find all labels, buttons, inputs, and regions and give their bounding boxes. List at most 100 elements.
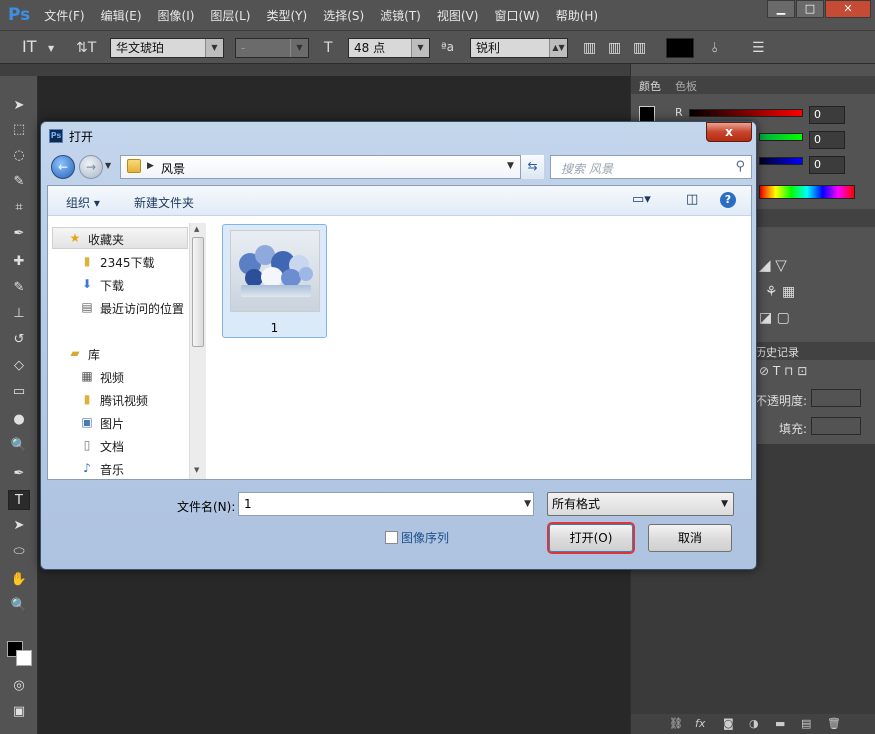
- chevron-down-icon[interactable]: ▼: [524, 493, 531, 515]
- ellipse-tool-icon[interactable]: ⬭: [8, 542, 30, 562]
- screen-mode-icon[interactable]: ▣: [8, 702, 30, 722]
- filename-input[interactable]: 1 ▼: [238, 492, 534, 516]
- menu-filter[interactable]: 滤镜(T): [380, 7, 421, 24]
- zoom-tool-icon[interactable]: 🔍: [8, 596, 30, 616]
- scroll-thumb[interactable]: [192, 237, 204, 347]
- file-item[interactable]: 1: [222, 224, 327, 338]
- lasso-tool-icon[interactable]: ◌: [8, 146, 30, 166]
- filetype-select[interactable]: 所有格式 ▼: [547, 492, 734, 516]
- preview-pane-icon[interactable]: ◫: [686, 192, 698, 207]
- scroll-up-icon[interactable]: ▲: [194, 225, 199, 233]
- nav-videos[interactable]: 视频: [100, 369, 124, 386]
- opacity-field[interactable]: [811, 389, 861, 407]
- search-box[interactable]: 搜索 风景 ⚲: [550, 155, 752, 179]
- address-bar[interactable]: ▶ 风景 ▼ ⇆: [120, 155, 544, 179]
- color-spectrum[interactable]: [759, 185, 855, 199]
- nav-2345-downloads[interactable]: 2345下载: [100, 254, 155, 271]
- image-sequence-label[interactable]: 图像序列: [401, 529, 449, 546]
- font-style-select[interactable]: - ▼: [235, 38, 309, 58]
- chevron-down-icon[interactable]: ▼: [507, 161, 514, 171]
- fill-field[interactable]: [811, 417, 861, 435]
- menu-help[interactable]: 帮助(H): [556, 7, 598, 24]
- chevron-down-icon[interactable]: ▼: [105, 161, 111, 170]
- chevron-right-icon[interactable]: ▶: [147, 161, 154, 171]
- b-slider[interactable]: [759, 157, 803, 165]
- nav-recent-places[interactable]: 最近访问的位置: [100, 300, 184, 317]
- brush-tool-icon[interactable]: ✎: [8, 278, 30, 298]
- nav-pictures[interactable]: 图片: [100, 415, 124, 432]
- maximize-icon[interactable]: □: [796, 0, 824, 18]
- close-icon[interactable]: ✕: [825, 0, 871, 18]
- align-right-icon[interactable]: ▥: [633, 40, 646, 56]
- chevron-down-icon[interactable]: ▼: [48, 44, 54, 53]
- menu-layer[interactable]: 图层(L): [210, 7, 250, 24]
- warp-text-icon[interactable]: ⫰: [712, 40, 718, 56]
- clone-stamp-tool-icon[interactable]: ⊥: [8, 304, 30, 324]
- link-layers-icon[interactable]: ⛓: [669, 717, 683, 730]
- new-layer-icon[interactable]: ▤: [801, 717, 811, 730]
- quick-select-tool-icon[interactable]: ✎: [8, 172, 30, 192]
- nav-documents[interactable]: 文档: [100, 438, 124, 455]
- nav-music[interactable]: 音乐: [100, 461, 124, 478]
- color-balance-icon[interactable]: ⚘ ▦: [765, 284, 795, 300]
- b-value[interactable]: 0: [809, 156, 845, 174]
- nav-tencent-video[interactable]: 腾讯视频: [100, 392, 148, 409]
- antialias-select[interactable]: 锐利 ▲▼: [470, 38, 568, 58]
- breadcrumb[interactable]: 风景: [161, 160, 185, 177]
- r-slider[interactable]: [689, 109, 803, 117]
- levels-adjust-icon[interactable]: ◢ ▽: [759, 256, 787, 274]
- background-color-swatch[interactable]: [16, 650, 32, 666]
- path-selection-tool-icon[interactable]: ➤: [8, 516, 30, 536]
- new-folder-button[interactable]: 新建文件夹: [134, 194, 194, 211]
- open-button[interactable]: 打开(O): [549, 524, 633, 552]
- nav-favorites[interactable]: 收藏夹: [88, 231, 124, 248]
- cancel-button[interactable]: 取消: [648, 524, 732, 552]
- scroll-down-icon[interactable]: ▼: [194, 466, 199, 474]
- foreground-color-swatch[interactable]: [639, 106, 655, 122]
- nav-libraries[interactable]: 库: [88, 346, 100, 363]
- healing-brush-tool-icon[interactable]: ✚: [8, 252, 30, 272]
- type-tool-icon[interactable]: T: [8, 490, 30, 510]
- refresh-icon[interactable]: ⇆: [520, 155, 544, 179]
- delete-layer-icon[interactable]: 🗑: [827, 717, 841, 730]
- quick-mask-icon[interactable]: ◎: [8, 676, 30, 696]
- hand-tool-icon[interactable]: ✋: [8, 570, 30, 590]
- font-family-select[interactable]: 华文琥珀 ▼: [110, 38, 224, 58]
- blur-tool-icon[interactable]: ●: [8, 410, 30, 430]
- view-options-icon[interactable]: ▭▾: [632, 192, 651, 207]
- menu-select[interactable]: 选择(S): [323, 7, 364, 24]
- add-mask-icon[interactable]: ◙: [723, 717, 734, 730]
- align-center-icon[interactable]: ▥: [608, 40, 621, 56]
- help-icon[interactable]: ?: [720, 192, 736, 208]
- character-panel-icon[interactable]: ☰: [752, 40, 765, 56]
- nav-scrollbar[interactable]: ▲ ▼: [189, 223, 206, 479]
- menu-image[interactable]: 图像(I): [158, 7, 195, 24]
- menu-window[interactable]: 窗口(W): [494, 7, 539, 24]
- g-value[interactable]: 0: [809, 131, 845, 149]
- text-orientation-icon[interactable]: ⇅T: [76, 40, 96, 56]
- layer-filter-icons[interactable]: ⊘ T ⊓ ⊡: [759, 364, 807, 378]
- marquee-tool-icon[interactable]: ⬚: [8, 120, 30, 140]
- gradient-tool-icon[interactable]: ▭: [8, 382, 30, 402]
- new-group-icon[interactable]: ▬: [775, 717, 785, 730]
- tab-swatches[interactable]: 色板: [675, 78, 697, 94]
- text-color-swatch[interactable]: [666, 38, 694, 58]
- dodge-tool-icon[interactable]: 🔍: [8, 436, 30, 456]
- font-size-select[interactable]: 48 点 ▼: [348, 38, 430, 58]
- r-value[interactable]: 0: [809, 106, 845, 124]
- forward-arrow-icon[interactable]: →: [79, 155, 103, 179]
- threshold-icon[interactable]: ◪ ▢: [759, 310, 790, 326]
- crop-tool-icon[interactable]: ⌗: [8, 198, 30, 218]
- image-sequence-checkbox[interactable]: [385, 531, 398, 544]
- adjustment-layer-icon[interactable]: ◑: [749, 717, 759, 730]
- menu-type[interactable]: 类型(Y): [266, 7, 307, 24]
- menu-file[interactable]: 文件(F): [44, 7, 84, 24]
- align-left-icon[interactable]: ▥: [583, 40, 596, 56]
- search-icon[interactable]: ⚲: [735, 159, 745, 174]
- move-tool-icon[interactable]: ➤: [8, 96, 30, 116]
- menu-view[interactable]: 视图(V): [437, 7, 479, 24]
- fx-icon[interactable]: fx: [695, 717, 705, 730]
- back-arrow-icon[interactable]: ←: [51, 155, 75, 179]
- eyedropper-tool-icon[interactable]: ✒: [8, 224, 30, 244]
- minimize-icon[interactable]: ▁: [767, 0, 795, 18]
